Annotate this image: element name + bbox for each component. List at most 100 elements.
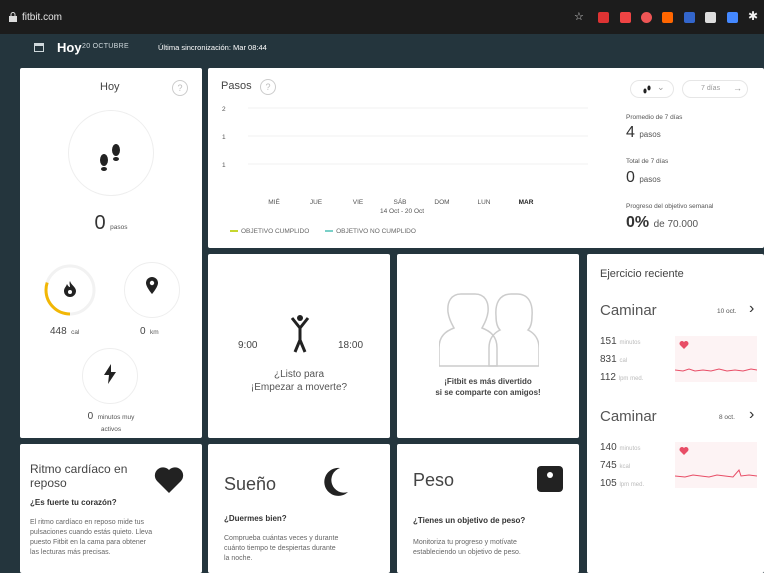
help-icon[interactable]: ? bbox=[172, 80, 188, 96]
sleep-body-line3: la noche. bbox=[224, 555, 253, 562]
star-icon[interactable]: ☆ bbox=[574, 10, 584, 23]
hourly-end: 18:00 bbox=[338, 340, 364, 351]
exercise-name: Caminar bbox=[600, 408, 657, 425]
legend-met: OBJETIVO CUMPLIDO bbox=[241, 228, 310, 235]
friends-message: ¡Fitbit es más divertido si se comparte … bbox=[397, 376, 579, 398]
heart-rate-graph bbox=[674, 442, 758, 488]
avg-unit: pasos bbox=[639, 130, 661, 139]
range-label: 7 días bbox=[701, 85, 721, 92]
x-tick-label: VIE bbox=[353, 199, 364, 206]
calories-unit: cal bbox=[71, 329, 80, 336]
goal-value-row: 0% de 70.000 bbox=[626, 214, 698, 232]
sleep-title: Sueño bbox=[224, 474, 277, 494]
chevron-right-icon[interactable]: › bbox=[749, 300, 754, 318]
weight-body-line2: estableciendo un objetivo de peso. bbox=[413, 549, 521, 556]
flame-icon bbox=[64, 281, 76, 297]
exercise-calories: 831 cal bbox=[600, 354, 628, 365]
sleep-card[interactable]: Sueño ¿Duermes bien? Comprueba cuántas v… bbox=[208, 444, 390, 573]
total-value: 0 bbox=[626, 169, 635, 186]
avg-value-row: 4 pasos bbox=[626, 124, 661, 142]
footprints-icon bbox=[643, 85, 651, 94]
extension-icon[interactable] bbox=[641, 12, 652, 23]
today-card: Hoy ? 0 pasos 448 cal 0 km 0 minutos muy… bbox=[20, 68, 202, 438]
rhr-body-line4: las lecturas más precisas. bbox=[30, 549, 111, 556]
location-pin-icon bbox=[146, 277, 158, 294]
hourly-line1: ¿Listo para bbox=[273, 369, 325, 380]
active-unit-line1: minutos muy bbox=[97, 414, 135, 421]
heart-icon bbox=[679, 341, 689, 349]
exercise-minutes: 140 minutos bbox=[600, 442, 641, 453]
chevron-down-icon: ⌄ bbox=[657, 82, 665, 92]
weight-question: ¿Tienes un objetivo de peso? bbox=[413, 516, 526, 525]
lightning-icon bbox=[104, 364, 116, 384]
extension-icon[interactable] bbox=[684, 12, 695, 23]
extension-icon[interactable] bbox=[727, 12, 738, 23]
recent-exercise-card: Ejercicio reciente Caminar 10 oct. › 151… bbox=[587, 254, 764, 573]
sleep-body-line1: Comprueba cuántas veces y durante bbox=[224, 535, 339, 542]
rhr-body: El ritmo cardíaco en reposo mide tus pul… bbox=[30, 518, 152, 558]
calories-ring[interactable] bbox=[42, 262, 98, 318]
friends-line1: ¡Fitbit es más divertido bbox=[444, 377, 532, 386]
date-label: 20 OCTUBRE bbox=[82, 43, 129, 50]
hourly-activity-card[interactable]: 9:00 18:00 ¿Listo para ¡Empezar a movert… bbox=[208, 254, 390, 438]
range-dropdown[interactable]: 7 días → bbox=[682, 80, 748, 98]
x-tick-label: MAR bbox=[519, 199, 534, 206]
exercise-item[interactable]: Caminar 8 oct. › 140 minutos 745 kcal 10… bbox=[587, 400, 764, 510]
hourly-line2: ¡Empezar a moverte? bbox=[250, 382, 348, 393]
legend-swatch-met bbox=[230, 230, 238, 233]
exercise-heart-rate: 112 lpm med. bbox=[600, 372, 644, 383]
active-value: 0 bbox=[87, 411, 94, 422]
sleep-question: ¿Duermes bien? bbox=[224, 514, 287, 523]
exercise-name: Caminar bbox=[600, 302, 657, 319]
resting-heart-rate-card[interactable]: Ritmo cardíaco en reposo ¿Es fuerte tu c… bbox=[20, 444, 202, 573]
steps-card: Pasos ? ⌄ 7 días → 2 1 1 MIÉ JUE VIE SÁB DOM LUN… bbox=[208, 68, 764, 248]
extension-icon[interactable] bbox=[662, 12, 673, 23]
help-icon[interactable]: ? bbox=[260, 79, 276, 95]
friends-silhouette-icon bbox=[439, 293, 539, 367]
distance-unit: km bbox=[150, 329, 159, 336]
url-text[interactable]: fitbit.com bbox=[22, 12, 62, 23]
x-tick-label: DOM bbox=[434, 199, 449, 206]
y-tick-label: 2 bbox=[222, 106, 226, 113]
exercise-item[interactable]: Caminar 10 oct. › 151 minutos 831 cal 11… bbox=[587, 292, 764, 402]
card-title: Hoy bbox=[100, 81, 120, 93]
avg-value: 4 bbox=[626, 124, 635, 141]
steps-value: 0 bbox=[94, 212, 106, 234]
stretch-figure-icon bbox=[290, 315, 310, 353]
heart-rate-graph bbox=[674, 336, 758, 382]
total-label: Total de 7 días bbox=[626, 158, 669, 165]
dashboard-header: Hoy 20 OCTUBRE Última sincronización: Ma… bbox=[0, 34, 764, 64]
friends-card[interactable]: ¡Fitbit es más divertido si se comparte … bbox=[397, 254, 579, 438]
exercise-heart-rate: 105 lpm med. bbox=[600, 478, 645, 489]
total-value-row: 0 pasos bbox=[626, 169, 661, 187]
rhr-question: ¿Es fuerte tu corazón? bbox=[30, 498, 117, 507]
card-title: Ejercicio reciente bbox=[600, 268, 684, 280]
active-value-row: 0 minutos muy activos bbox=[20, 410, 202, 434]
extension-icon[interactable] bbox=[620, 12, 631, 23]
legend: OBJETIVO CUMPLIDO OBJETIVO NO CUMPLIDO bbox=[230, 228, 416, 235]
chevron-right-icon[interactable]: › bbox=[749, 406, 754, 424]
rhr-title-line1: Ritmo cardíaco en bbox=[30, 462, 128, 476]
distance-value-row: 0 km bbox=[140, 321, 159, 339]
scale-icon bbox=[537, 466, 563, 492]
rhr-body-line2: pulsaciones cuando estás quieto. Lleva bbox=[30, 529, 153, 536]
hourly-message: ¿Listo para ¡Empezar a moverte? bbox=[208, 368, 390, 394]
weight-body-line1: Monitoriza tu progreso y motívate bbox=[413, 539, 517, 546]
rhr-title-line2: reposo bbox=[30, 476, 67, 490]
lock-icon bbox=[9, 12, 17, 22]
metric-dropdown[interactable]: ⌄ bbox=[630, 80, 674, 98]
rhr-title: Ritmo cardíaco en reposo bbox=[30, 462, 127, 490]
weight-card[interactable]: Peso ¿Tienes un objetivo de peso? Monito… bbox=[397, 444, 579, 573]
x-tick-label: JUE bbox=[310, 199, 323, 206]
extension-icon[interactable] bbox=[598, 12, 609, 23]
exercise-calories: 745 kcal bbox=[600, 460, 631, 471]
hourly-start: 9:00 bbox=[238, 340, 258, 351]
footprints-icon bbox=[100, 144, 120, 171]
legend-not-met: OBJETIVO NO CUMPLIDO bbox=[336, 228, 416, 235]
extension-icon[interactable] bbox=[705, 12, 716, 23]
calendar-icon[interactable] bbox=[34, 42, 44, 52]
rhr-body-line1: El ritmo cardíaco en reposo mide tus bbox=[30, 519, 144, 526]
puzzle-icon[interactable]: ✱ bbox=[748, 9, 758, 23]
today-label[interactable]: Hoy bbox=[57, 40, 82, 55]
heart-icon bbox=[679, 447, 689, 455]
